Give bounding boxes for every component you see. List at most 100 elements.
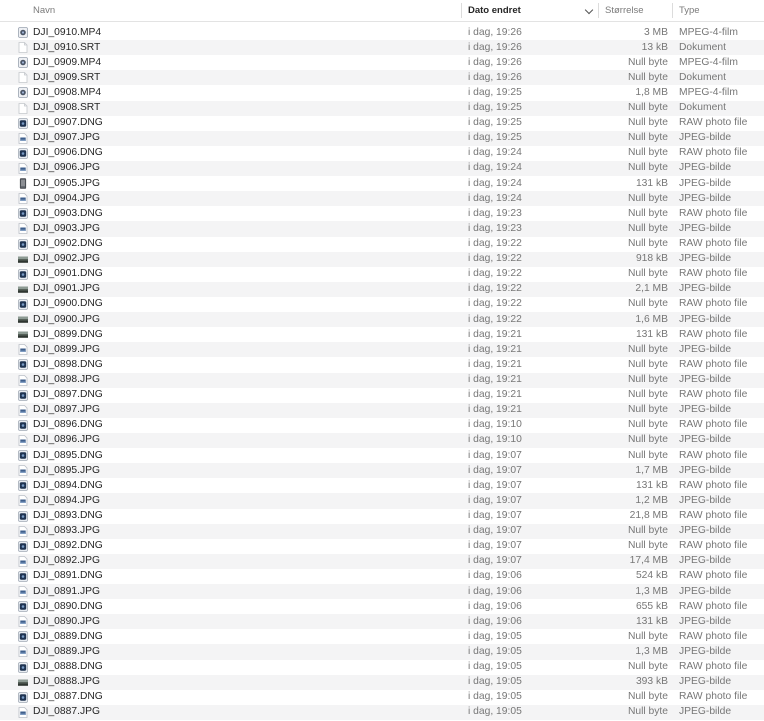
file-row[interactable]: DJI_0894.JPG i dag, 19:07 1,2 MB JPEG-bilde [0,493,764,509]
column-header-bar: Navn Dato endret Størrelse Type [0,0,764,22]
file-size: Null byte [627,56,668,68]
file-row[interactable]: DJI_0901.JPG i dag, 19:22 2,1 MB JPEG-bilde [0,281,764,297]
file-row[interactable]: DJI_0891.JPG i dag, 19:06 1,3 MB JPEG-bilde [0,584,764,600]
file-row[interactable]: DJI_0892.JPG i dag, 19:07 17,4 MB JPEG-bild… [0,553,764,569]
column-divider[interactable] [461,3,462,18]
file-name: DJI_0896.DNG [33,419,103,431]
file-row[interactable]: DJI_0892.DNG i dag, 19:07 Null byte RAW pho… [0,539,764,554]
image-file-icon [18,646,28,658]
file-row[interactable]: DJI_0896.JPG i dag, 19:10 Null byte JPEG-bi… [0,432,764,449]
file-row[interactable]: DJI_0906.DNG i dag, 19:24 Null byte RAW pho… [0,146,764,161]
file-row[interactable]: DJI_0893.DNG i dag, 19:07 21,8 MB RAW photo… [0,509,764,524]
file-row[interactable]: DJI_0887.JPG i dag, 19:05 Null byte JPEG-bi… [0,704,764,721]
file-row[interactable]: DJI_0908.MP4 i dag, 19:25 1,8 MB MPEG-4-fil… [0,85,764,100]
file-row[interactable]: DJI_0899.JPG i dag, 19:21 Null byte JPEG-bi… [0,342,764,358]
column-header-type[interactable]: Type [679,0,700,21]
file-type: JPEG-bilde [679,343,732,355]
file-row[interactable]: DJI_0907.DNG i dag, 19:25 Null byte RAW pho… [0,116,764,131]
column-header-name[interactable]: Navn [33,0,55,21]
file-name: DJI_0892.JPG [33,555,100,567]
file-row[interactable]: DJI_0888.JPG i dag, 19:05 393 kB JPEG-bilde [0,674,764,690]
file-size: Null byte [627,540,668,552]
file-row[interactable]: DJI_0905.JPG i dag, 19:24 131 kB JPEG-bilde [0,176,764,191]
file-name: DJI_0904.JPG [33,192,100,204]
file-type: RAW photo file [679,691,748,703]
file-row[interactable]: DJI_0895.DNG i dag, 19:07 Null byte RAW pho… [0,448,764,463]
file-row[interactable]: DJI_0902.JPG i dag, 19:22 918 kB JPEG-bilde [0,251,764,267]
file-row[interactable]: DJI_0903.DNG i dag, 19:23 Null byte RAW pho… [0,206,764,221]
file-type: RAW photo file [679,510,748,521]
file-name: DJI_0889.JPG [33,645,100,657]
file-name: DJI_0892.DNG [33,540,103,552]
file-row[interactable]: DJI_0904.JPG i dag, 19:24 Null byte JPEG-bi… [0,191,764,207]
file-name: DJI_0903.DNG [33,207,103,219]
file-row[interactable]: DJI_0910.SRT i dag, 19:26 13 kB Dokument [0,40,764,56]
file-type: JPEG-bilde [679,494,732,506]
file-name: DJI_0887.DNG [33,691,103,703]
file-name: DJI_0893.DNG [33,510,103,521]
video-file-icon [18,87,28,99]
file-row[interactable]: DJI_0894.DNG i dag, 19:07 131 kB RAW photo … [0,478,764,493]
portrait-thumbnail-icon [18,178,28,189]
file-size: Null byte [627,147,668,159]
video-file-icon [18,27,28,38]
file-row[interactable]: DJI_0897.DNG i dag, 19:21 Null byte RAW pho… [0,388,764,403]
file-row[interactable]: DJI_0890.DNG i dag, 19:06 655 kB RAW photo … [0,599,764,614]
file-row[interactable]: DJI_0907.JPG i dag, 19:25 Null byte JPEG-bi… [0,130,764,146]
file-row[interactable]: DJI_0906.JPG i dag, 19:24 Null byte JPEG-bi… [0,160,764,177]
file-row[interactable]: DJI_0895.JPG i dag, 19:07 1,7 MB JPEG-bilde [0,463,764,479]
file-row[interactable]: DJI_0888.DNG i dag, 19:05 Null byte RAW pho… [0,660,764,675]
file-row[interactable]: DJI_0889.JPG i dag, 19:05 1,3 MB JPEG-bilde [0,644,764,660]
file-row[interactable]: DJI_0896.DNG i dag, 19:10 Null byte RAW pho… [0,418,764,433]
video-file-icon [18,57,28,69]
file-date-modified: i dag, 19:24 [468,147,522,159]
file-date-modified: i dag, 19:05 [468,645,522,657]
file-date-modified: i dag, 19:07 [468,525,522,537]
file-date-modified: i dag, 19:23 [468,222,522,234]
file-row[interactable]: DJI_0897.JPG i dag, 19:21 Null byte JPEG-bi… [0,402,764,418]
raw-file-icon [18,299,28,310]
column-divider[interactable] [598,3,599,18]
image-file-icon [18,465,28,477]
file-row[interactable]: DJI_0898.DNG i dag, 19:21 Null byte RAW pho… [0,357,764,372]
file-date-modified: i dag, 19:25 [468,117,522,129]
file-row[interactable]: DJI_0891.DNG i dag, 19:06 524 kB RAW photo … [0,569,764,584]
file-size: Null byte [627,268,668,280]
file-size: Null byte [627,192,668,204]
column-header-date-modified[interactable]: Dato endret [468,0,598,21]
file-name: DJI_0907.DNG [33,117,103,129]
file-row[interactable]: DJI_0898.JPG i dag, 19:21 Null byte JPEG-bi… [0,372,764,388]
file-type: RAW photo file [679,268,748,280]
file-row[interactable]: DJI_0900.DNG i dag, 19:22 Null byte RAW pho… [0,297,764,312]
image-file-icon [18,163,28,174]
file-row[interactable]: DJI_0893.JPG i dag, 19:07 Null byte JPEG-bi… [0,523,764,539]
file-row[interactable]: DJI_0899.DNG i dag, 19:21 131 kB RAW photo … [0,327,764,342]
column-divider[interactable] [672,3,673,18]
file-row[interactable]: DJI_0903.JPG i dag, 19:23 Null byte JPEG-bi… [0,221,764,237]
file-row[interactable]: DJI_0902.DNG i dag, 19:22 Null byte RAW pho… [0,237,764,252]
file-row[interactable]: DJI_0908.SRT i dag, 19:25 Null byte Dokumen… [0,100,764,116]
file-name: DJI_0890.DNG [33,600,103,612]
raw-file-icon [18,419,28,431]
file-row[interactable]: DJI_0890.JPG i dag, 19:06 131 kB JPEG-bilde [0,614,764,630]
file-row[interactable]: DJI_0900.JPG i dag, 19:22 1,6 MB JPEG-bilde [0,312,764,328]
file-row[interactable]: DJI_0901.DNG i dag, 19:22 Null byte RAW pho… [0,267,764,282]
file-row[interactable]: DJI_0887.DNG i dag, 19:05 Null byte RAW pho… [0,690,764,705]
file-type: JPEG-bilde [679,555,732,567]
file-date-modified: i dag, 19:05 [468,706,522,718]
file-name: DJI_0905.JPG [33,177,100,189]
file-name: DJI_0893.JPG [33,525,100,537]
file-row[interactable]: DJI_0889.DNG i dag, 19:05 Null byte RAW pho… [0,629,764,644]
file-name: DJI_0900.DNG [33,298,103,310]
file-row[interactable]: DJI_0909.MP4 i dag, 19:26 Null byte MPEG-4-… [0,55,764,70]
image-file-icon [18,344,28,356]
file-name: DJI_0908.SRT [33,102,101,114]
image-file-icon [18,374,28,386]
file-name: DJI_0906.DNG [33,147,103,159]
file-name: DJI_0899.DNG [33,328,103,340]
column-header-size[interactable]: Størrelse [605,0,644,21]
file-name: DJI_0910.MP4 [33,26,102,38]
file-row[interactable]: DJI_0910.MP4 i dag, 19:26 3 MB MPEG-4-film [0,25,764,40]
file-row[interactable]: DJI_0909.SRT i dag, 19:26 Null byte Dokumen… [0,70,764,86]
raw-file-icon [18,691,28,703]
